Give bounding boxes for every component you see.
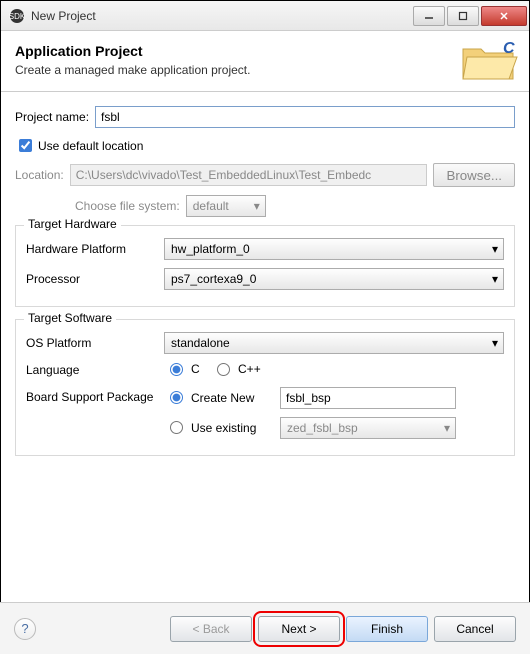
project-name-input[interactable] bbox=[95, 106, 515, 128]
filesystem-select: default ▾ bbox=[186, 195, 266, 217]
page-subtitle: Create a managed make application projec… bbox=[15, 63, 250, 77]
bsp-existing-select: zed_fsbl_bsp ▾ bbox=[280, 417, 456, 439]
bsp-label: Board Support Package bbox=[26, 387, 164, 404]
use-default-location-label: Use default location bbox=[38, 139, 143, 153]
target-hardware-group: Target Hardware Hardware Platform hw_pla… bbox=[15, 225, 515, 307]
wizard-icon: C bbox=[459, 37, 519, 83]
location-label: Location: bbox=[15, 168, 64, 182]
location-input bbox=[70, 164, 428, 186]
browse-button: Browse... bbox=[433, 163, 515, 187]
svg-text:C: C bbox=[503, 40, 515, 57]
language-cpp-label: C++ bbox=[238, 362, 261, 376]
use-default-location-checkbox[interactable] bbox=[19, 139, 32, 152]
processor-value: ps7_cortexa9_0 bbox=[171, 272, 256, 286]
help-button[interactable]: ? bbox=[14, 618, 36, 640]
language-cpp-radio[interactable] bbox=[217, 363, 230, 376]
app-icon: SDK bbox=[9, 8, 25, 24]
bsp-create-new-input[interactable] bbox=[280, 387, 456, 409]
chevron-down-icon: ▾ bbox=[492, 272, 498, 286]
language-c-label: C bbox=[191, 362, 200, 376]
chevron-down-icon: ▾ bbox=[492, 242, 498, 256]
os-platform-select[interactable]: standalone ▾ bbox=[164, 332, 504, 354]
filesystem-value: default bbox=[193, 199, 229, 213]
back-button: < Back bbox=[170, 616, 252, 642]
chevron-down-icon: ▾ bbox=[492, 336, 498, 350]
content: Project name: Use default location Locat… bbox=[1, 92, 529, 474]
hardware-platform-select[interactable]: hw_platform_0 ▾ bbox=[164, 238, 504, 260]
language-c-radio[interactable] bbox=[170, 363, 183, 376]
os-platform-label: OS Platform bbox=[26, 336, 164, 350]
maximize-button[interactable] bbox=[447, 6, 479, 26]
bsp-use-existing-radio[interactable] bbox=[170, 421, 183, 434]
chevron-down-icon: ▾ bbox=[444, 421, 450, 435]
bsp-create-new-label: Create New bbox=[191, 391, 254, 405]
target-software-legend: Target Software bbox=[24, 311, 116, 325]
bsp-existing-value: zed_fsbl_bsp bbox=[287, 421, 358, 435]
target-software-group: Target Software OS Platform standalone ▾… bbox=[15, 319, 515, 456]
svg-text:SDK: SDK bbox=[9, 12, 25, 21]
footer: ? < Back Next > Finish Cancel bbox=[0, 602, 530, 654]
os-platform-value: standalone bbox=[171, 336, 230, 350]
finish-button[interactable]: Finish bbox=[346, 616, 428, 642]
page-title: Application Project bbox=[15, 43, 250, 59]
target-hardware-legend: Target Hardware bbox=[24, 217, 121, 231]
banner: Application Project Create a managed mak… bbox=[1, 31, 529, 92]
close-button[interactable] bbox=[481, 6, 527, 26]
cancel-button[interactable]: Cancel bbox=[434, 616, 516, 642]
processor-select[interactable]: ps7_cortexa9_0 ▾ bbox=[164, 268, 504, 290]
chevron-down-icon: ▾ bbox=[254, 199, 260, 213]
project-name-label: Project name: bbox=[15, 110, 89, 124]
bsp-use-existing-label: Use existing bbox=[191, 421, 256, 435]
minimize-button[interactable] bbox=[413, 6, 445, 26]
hardware-platform-value: hw_platform_0 bbox=[171, 242, 250, 256]
titlebar: SDK New Project bbox=[1, 1, 529, 31]
next-button[interactable]: Next > bbox=[258, 616, 340, 642]
language-label: Language bbox=[26, 363, 164, 377]
bsp-create-new-radio[interactable] bbox=[170, 391, 183, 404]
choose-fs-label: Choose file system: bbox=[75, 199, 180, 213]
window-title: New Project bbox=[31, 9, 411, 23]
hardware-platform-label: Hardware Platform bbox=[26, 242, 164, 256]
processor-label: Processor bbox=[26, 272, 164, 286]
